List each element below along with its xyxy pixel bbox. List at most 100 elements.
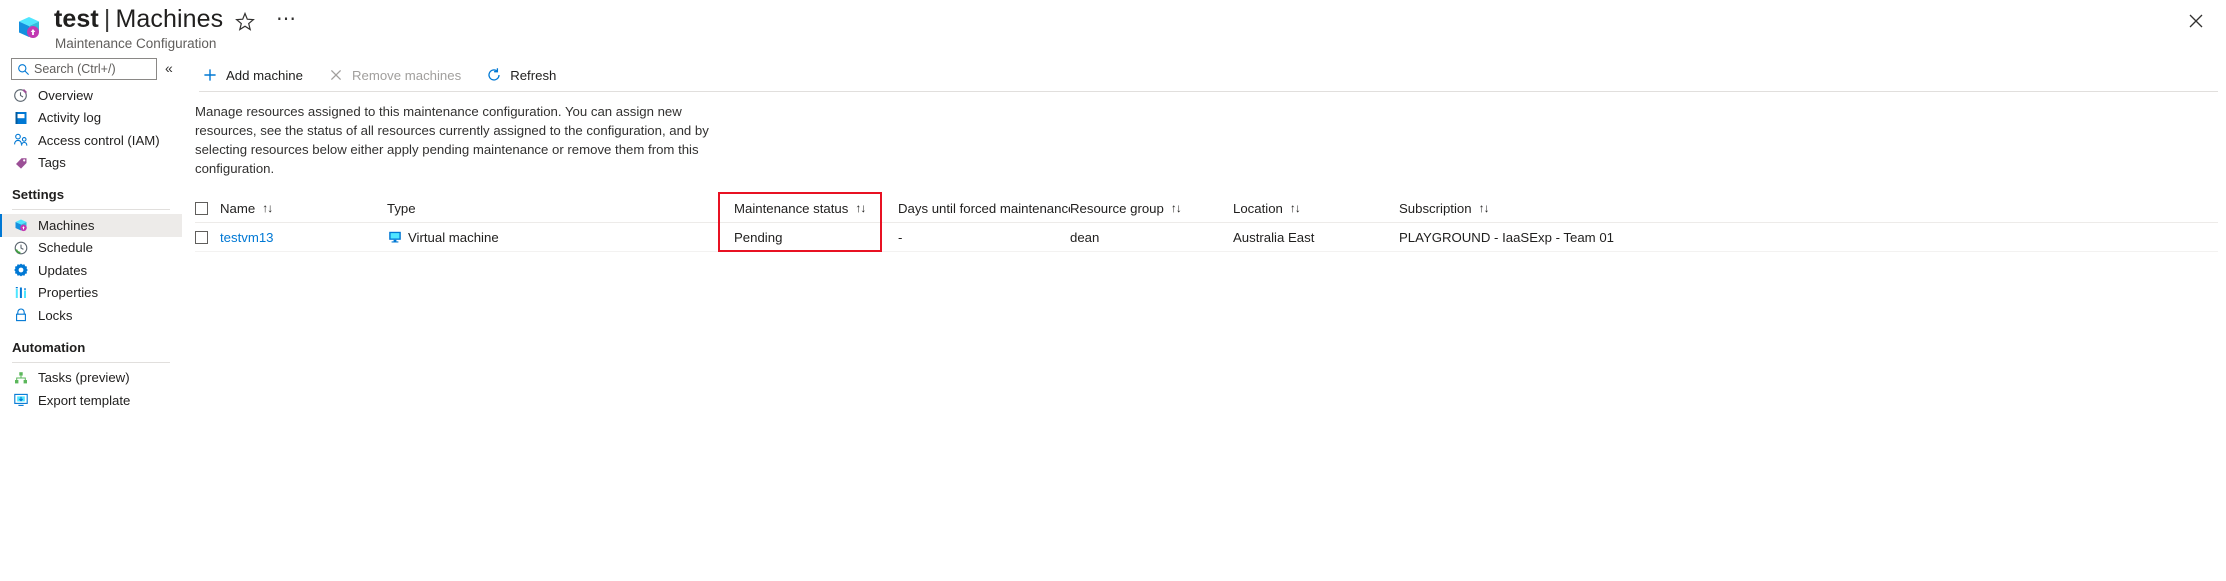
sidebar-group-settings-title: Settings xyxy=(12,187,65,202)
add-machine-button[interactable]: Add machine xyxy=(199,60,314,90)
select-all-checkbox[interactable] xyxy=(195,201,208,215)
properties-icon xyxy=(12,284,29,301)
machines-table: Name ↑↓ Type Maintenance status ↑↓ Days … xyxy=(195,194,2218,252)
title-separator: | xyxy=(103,5,111,33)
column-header-days-until-forced-maintenance[interactable]: Days until forced maintenance ↑↓ xyxy=(898,201,1070,216)
row-checkbox-cell xyxy=(195,230,220,244)
close-icon[interactable] xyxy=(2183,8,2209,34)
page-title: test | Machines xyxy=(54,5,223,34)
sidebar-item-properties[interactable]: Properties xyxy=(0,282,182,305)
tasks-icon xyxy=(12,369,29,386)
column-header-label: Days until forced maintenance xyxy=(898,200,1070,216)
sidebar-item-label: Properties xyxy=(38,285,99,301)
plus-icon xyxy=(201,66,219,84)
azure-portal-blade: test | Machines Maintenance Configuration … xyxy=(0,0,2226,581)
maintenance-configuration-icon xyxy=(14,12,44,42)
cell-resource-group: dean xyxy=(1070,229,1100,245)
column-header-label: Type xyxy=(387,200,416,216)
refresh-icon xyxy=(485,66,503,84)
sidebar-item-machines[interactable]: Machines xyxy=(0,214,182,237)
cell-name: testvm13 xyxy=(220,230,387,245)
sidebar-item-label: Locks xyxy=(38,307,73,323)
virtual-machine-icon xyxy=(387,230,402,245)
sidebar-divider xyxy=(12,209,170,210)
blade-header: test | Machines Maintenance Configuration … xyxy=(0,0,2226,58)
sidebar-item-label: Overview xyxy=(38,87,93,103)
command-bar: Add machine Remove machines Refresh xyxy=(182,58,2226,92)
page-name: Machines xyxy=(115,5,224,33)
column-header-label: Subscription xyxy=(1399,200,1472,216)
sidebar-item-schedule[interactable]: Schedule xyxy=(0,237,182,260)
machine-name-link[interactable]: testvm13 xyxy=(220,230,274,245)
sidebar-item-label: Access control (IAM) xyxy=(38,132,160,148)
sidebar-item-locks[interactable]: Locks xyxy=(0,304,182,327)
column-header-type[interactable]: Type xyxy=(387,201,734,216)
sidebar-item-label: Schedule xyxy=(38,240,93,256)
sort-icon: ↑↓ xyxy=(1478,201,1490,215)
column-header-label: Location xyxy=(1233,200,1283,216)
export-template-icon xyxy=(12,392,29,409)
cell-location: Australia East xyxy=(1233,229,1315,245)
resource-name: test xyxy=(54,5,99,33)
sidebar-item-activity-log[interactable]: Activity log xyxy=(0,107,182,130)
column-header-subscription[interactable]: Subscription ↑↓ xyxy=(1399,201,1699,216)
sidebar-item-label: Updates xyxy=(38,262,88,278)
column-header-name[interactable]: Name ↑↓ xyxy=(220,201,387,216)
table-header-row: Name ↑↓ Type Maintenance status ↑↓ Days … xyxy=(195,194,2218,223)
sidebar-item-label: Activity log xyxy=(38,110,102,126)
schedule-icon xyxy=(12,239,29,256)
command-bar-divider xyxy=(199,91,2218,92)
sidebar-item-label: Tags xyxy=(38,155,66,171)
row-checkbox[interactable] xyxy=(195,230,208,244)
table-row[interactable]: testvm13 Virtual machine Pending - dean … xyxy=(195,223,2218,252)
ellipsis-icon[interactable]: ⋯ xyxy=(274,9,298,34)
sort-icon: ↑↓ xyxy=(262,201,273,215)
refresh-label: Refresh xyxy=(510,67,557,83)
sidebar-item-label: Tasks (preview) xyxy=(38,370,130,386)
remove-machines-label: Remove machines xyxy=(351,67,462,83)
refresh-button[interactable]: Refresh xyxy=(483,60,567,90)
remove-machines-button[interactable]: Remove machines xyxy=(325,60,472,90)
column-header-label: Name xyxy=(220,200,256,216)
sidebar-nav: Overview Activity log Access control (IA… xyxy=(0,84,182,412)
sidebar-divider xyxy=(12,361,170,363)
blade-subtitle: Maintenance Configuration xyxy=(55,36,217,51)
search-box[interactable] xyxy=(11,58,157,80)
sidebar-group-automation-title: Automation xyxy=(12,339,86,355)
collapse-sidebar-button[interactable]: « xyxy=(165,60,173,76)
type-label: Virtual machine xyxy=(408,229,499,245)
cell-type: Virtual machine xyxy=(387,230,734,245)
sidebar: « Overview xyxy=(0,58,182,581)
select-all-checkbox-cell xyxy=(195,201,220,215)
star-icon[interactable] xyxy=(233,10,257,34)
column-header-maintenance-status[interactable]: Maintenance status ↑↓ xyxy=(734,201,898,216)
sort-icon: ↑↓ xyxy=(1289,201,1301,215)
access-control-icon xyxy=(12,132,29,149)
locks-icon xyxy=(12,307,29,324)
sidebar-item-label: Export template xyxy=(38,392,131,408)
column-header-label: Maintenance status xyxy=(734,200,849,216)
machines-icon xyxy=(12,217,29,234)
search-input[interactable] xyxy=(31,62,151,76)
sidebar-item-overview[interactable]: Overview xyxy=(0,84,182,107)
add-machine-label: Add machine xyxy=(226,67,303,83)
sidebar-item-export-template[interactable]: Export template xyxy=(0,389,182,412)
column-header-resource-group[interactable]: Resource group ↑↓ xyxy=(1070,201,1233,216)
sidebar-item-tasks[interactable]: Tasks (preview) xyxy=(0,367,182,390)
main-content: Add machine Remove machines Refresh Mana… xyxy=(182,58,2226,581)
sidebar-item-updates[interactable]: Updates xyxy=(0,259,182,282)
cross-icon xyxy=(327,66,345,84)
sort-icon: ↑↓ xyxy=(855,201,866,215)
description-text: Manage resources assigned to this mainte… xyxy=(195,104,709,176)
sidebar-item-tags[interactable]: Tags xyxy=(0,152,182,175)
updates-icon xyxy=(12,262,29,279)
tags-icon xyxy=(12,154,29,171)
column-header-label: Resource group xyxy=(1070,200,1164,216)
cell-days-until-forced-maintenance: - xyxy=(898,229,903,245)
cell-subscription: PLAYGROUND - IaaSExp - Team 01 xyxy=(1399,229,1614,245)
sidebar-item-access-control[interactable]: Access control (IAM) xyxy=(0,129,182,152)
overview-icon xyxy=(12,87,29,104)
column-header-location[interactable]: Location ↑↓ xyxy=(1233,201,1399,216)
activity-log-icon xyxy=(12,109,29,126)
sort-icon: ↑↓ xyxy=(1170,201,1182,215)
